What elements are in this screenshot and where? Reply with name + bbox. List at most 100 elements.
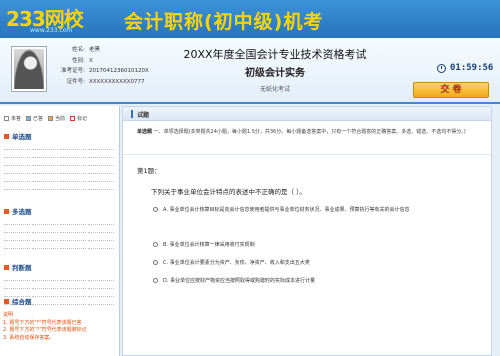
question-slot[interactable] — [60, 283, 86, 289]
ticket-value: 2017041236010120X — [89, 68, 149, 74]
gender-label: 性别: — [72, 57, 85, 64]
question-slot[interactable] — [60, 160, 86, 166]
question-slot[interactable] — [4, 160, 30, 166]
question-slot[interactable] — [4, 235, 30, 241]
radio-button[interactable] — [153, 260, 158, 265]
question-slot[interactable] — [88, 184, 114, 190]
question-slot[interactable] — [32, 243, 58, 249]
question-slot[interactable] — [60, 235, 86, 241]
question-slot[interactable] — [4, 227, 30, 233]
question-slot[interactable] — [88, 219, 114, 225]
option-text: 事业单位会计要素分为资产、负债、净资产、收入和支出五大类 — [169, 260, 310, 266]
question-slot[interactable] — [4, 168, 30, 174]
answered-swatch-icon — [26, 116, 32, 121]
question-slot[interactable] — [60, 144, 86, 150]
section-bullet-icon — [4, 264, 9, 270]
logo-subtitle: www.233.com — [30, 27, 73, 34]
submit-exam-button[interactable]: 交 卷 — [413, 82, 489, 98]
header-accent — [131, 110, 133, 118]
app-header: 233网校 www.233.com 会计职称(初中级)机考 — [0, 0, 500, 38]
question-slot[interactable] — [32, 168, 58, 174]
section-instructions: 单选题 一、单项选择题(本类题共24小题，每小题1.5分，共36分。每小题备选答… — [137, 128, 485, 136]
section-label: 多选题 — [12, 208, 32, 216]
question-slot[interactable] — [32, 227, 58, 233]
question-slot[interactable] — [4, 176, 30, 182]
question-slot[interactable] — [88, 152, 114, 158]
option-d[interactable]: D. 事业单位应按财产物资应当按照取得或购建时的实际成本进行计量 — [153, 277, 473, 287]
question-slot[interactable] — [88, 283, 114, 289]
question-slot[interactable] — [60, 227, 86, 233]
nav-section-comprehensive[interactable]: 综合题 — [4, 296, 116, 306]
radio-button[interactable] — [153, 278, 158, 283]
question-slot[interactable] — [4, 144, 30, 150]
id-label: 证件号: — [66, 78, 85, 85]
question-slot[interactable] — [32, 219, 58, 225]
question-slot[interactable] — [4, 243, 30, 249]
question-slot[interactable] — [4, 283, 30, 289]
question-slot[interactable] — [32, 275, 58, 281]
exam-window: 233网校 www.233.com 会计职称(初中级)机考 姓名: 老黑 性别: X… — [0, 0, 500, 356]
help-notes: 说明 1. 题号下方的"*"符号代表该题已答 2. 题号下方的"?"符号代表该题… — [3, 312, 87, 342]
status-legend: 未答 已答 当前 标记 — [4, 115, 87, 122]
question-number-grid — [4, 219, 116, 249]
legend-unanswered: 未答 — [4, 115, 21, 122]
option-text: 事业单位会计核算一律采用收付实现制 — [169, 242, 255, 248]
nav-section-single[interactable]: 单选题 — [4, 131, 116, 190]
question-number-grid — [4, 144, 116, 190]
question-text: 下列关于事业单位会计特点的表述中不正确的是（ ）。 — [151, 188, 306, 196]
help-line: 3. 系统自动保存答案。 — [3, 334, 55, 341]
question-slot[interactable] — [60, 219, 86, 225]
question-slot[interactable] — [60, 243, 86, 249]
question-slot[interactable] — [88, 235, 114, 241]
app-title: 会计职称(初中级)机考 — [124, 11, 324, 33]
question-slot[interactable] — [88, 176, 114, 182]
option-a[interactable]: A. 事业单位会计核算目标是向会计信息使用者提供与事业单位财务状况、事业成果、预… — [153, 206, 473, 228]
question-slot[interactable] — [60, 184, 86, 190]
option-letter: C. — [163, 260, 169, 266]
question-slot[interactable] — [4, 152, 30, 158]
id-value: XXXXXXXXXXX0777 — [89, 78, 145, 85]
question-slot[interactable] — [32, 184, 58, 190]
question-slot[interactable] — [32, 152, 58, 158]
nav-section-multiple[interactable]: 多选题 — [4, 206, 116, 249]
option-text: 事业单位会计核算目标是向会计信息使用者提供与事业单位财务状况、事业成果、预算执行… — [169, 207, 410, 213]
question-slot[interactable] — [88, 275, 114, 281]
question-panel: 试题 单选题 一、单项选择题(本类题共24小题，每小题1.5分，共36分。每小题… — [122, 106, 492, 356]
radio-button[interactable] — [153, 242, 158, 247]
question-slot[interactable] — [88, 243, 114, 249]
question-slot[interactable] — [88, 160, 114, 166]
option-b[interactable]: B. 事业单位会计核算一律采用收付实现制 — [153, 241, 473, 251]
question-slot[interactable] — [88, 144, 114, 150]
question-slot[interactable] — [88, 227, 114, 233]
question-navigator: 未答 已答 当前 标记 单选题 多选题 判断题 综合题 说明 1. 题号下方的"… — [0, 106, 120, 356]
section-label: 单选题 — [12, 133, 32, 141]
question-slot[interactable] — [60, 275, 86, 281]
current-swatch-icon — [48, 116, 54, 121]
radio-button[interactable] — [153, 207, 158, 212]
question-slot[interactable] — [60, 152, 86, 158]
question-slot[interactable] — [60, 168, 86, 174]
instructions-text: 一、单项选择题(本类题共24小题，每小题1.5分，共36分。每小题备选答案中，只… — [153, 129, 466, 135]
question-number: 第1题： — [137, 167, 161, 175]
unanswered-swatch-icon — [4, 116, 9, 121]
question-slot[interactable] — [32, 176, 58, 182]
panel-header-title: 试题 — [137, 112, 150, 119]
question-slot[interactable] — [32, 144, 58, 150]
question-slot[interactable] — [32, 235, 58, 241]
ticket-label: 准考证号: — [61, 68, 85, 74]
question-slot[interactable] — [60, 176, 86, 182]
help-title: 说明 — [3, 312, 14, 318]
option-c[interactable]: C. 事业单位会计要素分为资产、负债、净资产、收入和支出五大类 — [153, 259, 473, 269]
candidate-photo — [12, 47, 46, 91]
question-slot[interactable] — [32, 160, 58, 166]
gender-value: X — [89, 57, 93, 64]
legend-answered: 已答 — [26, 115, 43, 122]
question-slot[interactable] — [4, 184, 30, 190]
question-slot[interactable] — [88, 168, 114, 174]
question-slot[interactable] — [32, 283, 58, 289]
question-slot[interactable] — [4, 275, 30, 281]
exam-title: 20XX年度全国会计专业技术资格考试 — [183, 48, 367, 61]
option-letter: A. — [163, 207, 168, 213]
question-slot[interactable] — [4, 219, 30, 225]
exam-mode: 无纸化考试 — [259, 86, 290, 93]
